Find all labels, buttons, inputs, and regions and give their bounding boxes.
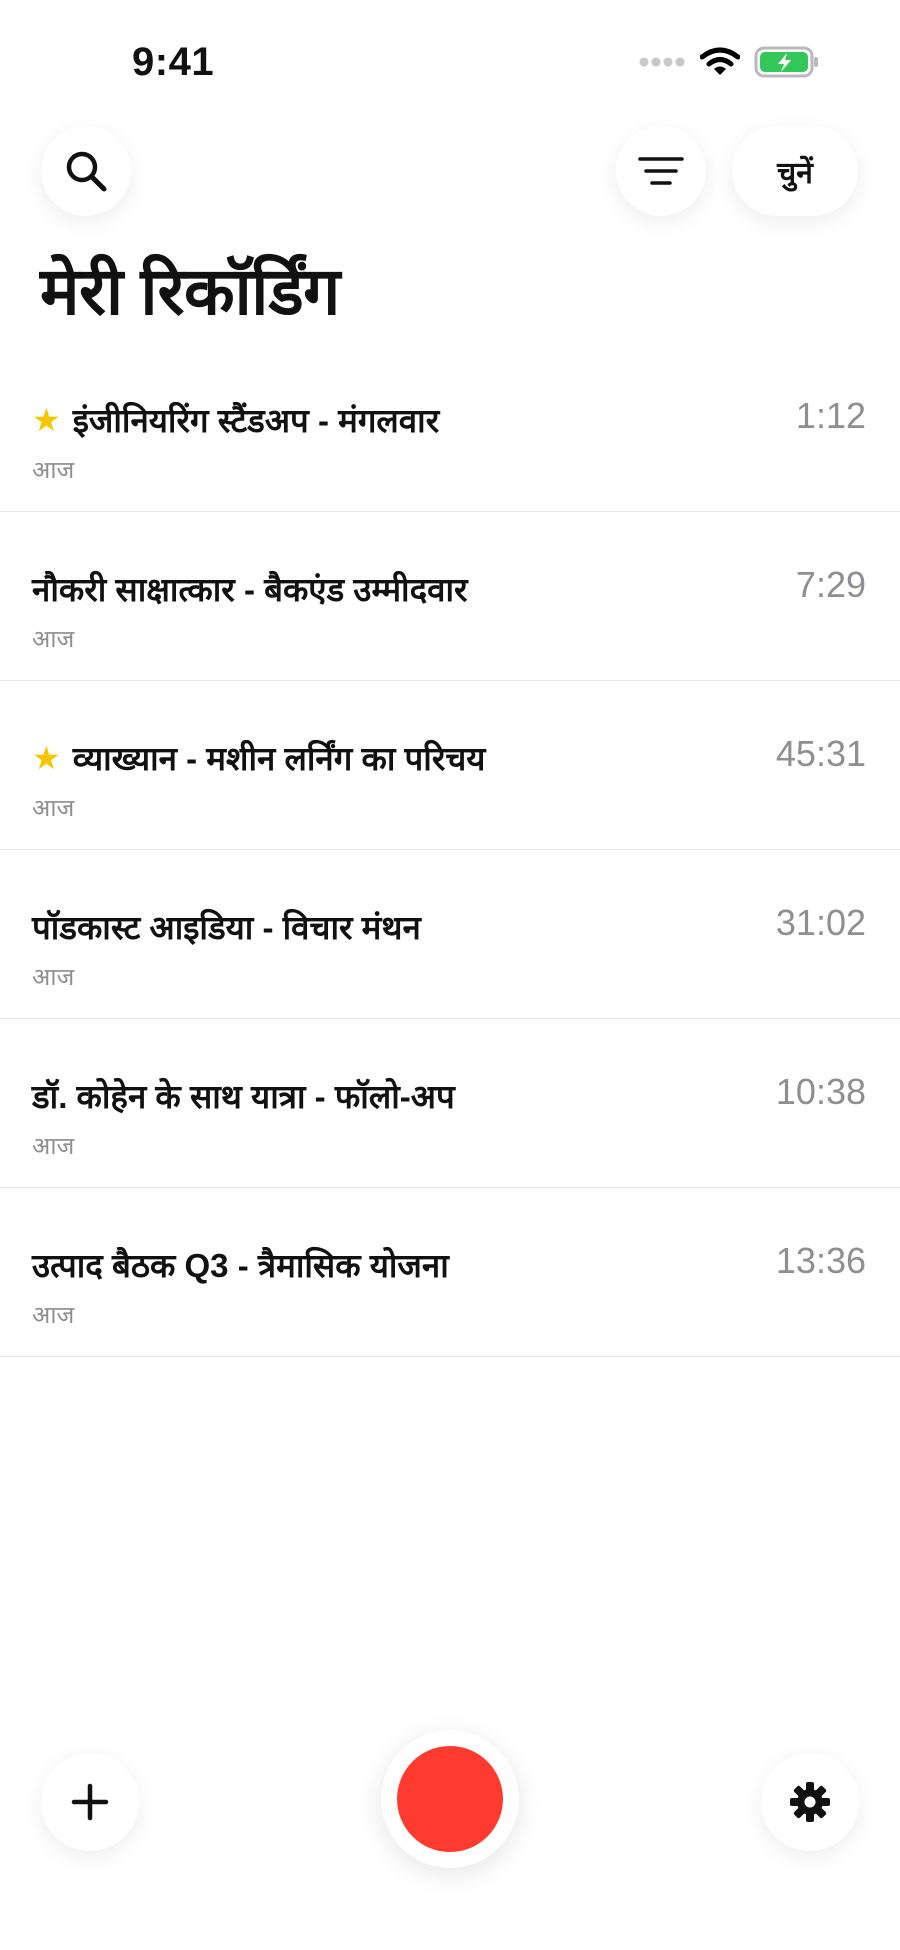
recording-row[interactable]: डॉ. कोहेन के साथ यात्रा - फॉलो-अप आज 10:… — [0, 1019, 900, 1188]
recording-duration: 10:38 — [775, 1071, 866, 1112]
recording-row[interactable]: नौकरी साक्षात्कार - बैकएंड उम्मीदवार आज … — [0, 512, 900, 681]
select-button[interactable]: चुनें — [732, 126, 858, 216]
filter-button[interactable] — [616, 126, 706, 216]
recording-row[interactable]: पॉडकास्ट आइडिया - विचार मंथन आज 31:02 — [0, 850, 900, 1019]
recording-duration: 45:31 — [775, 733, 866, 774]
star-icon: ★ — [32, 401, 61, 438]
status-bar: 9:41 — [0, 0, 900, 130]
battery-charging-icon — [754, 46, 818, 78]
recording-date: आज — [32, 626, 75, 653]
gear-icon — [790, 1782, 830, 1822]
recording-row[interactable]: ★ इंजीनियरिंग स्टैंडअप - मंगलवार आज 1:12 — [0, 343, 900, 512]
recording-title: व्याख्यान - मशीन लर्निंग का परिचय — [72, 740, 486, 777]
plus-icon — [71, 1783, 109, 1821]
recording-duration: 1:12 — [795, 395, 866, 436]
signal-icon — [639, 57, 685, 67]
recording-date: आज — [32, 1133, 75, 1160]
recording-date: आज — [32, 964, 75, 991]
recording-title: डॉ. कोहेन के साथ यात्रा - फॉलो-अप — [32, 1078, 455, 1115]
search-button[interactable] — [41, 126, 131, 216]
recording-title-row: डॉ. कोहेन के साथ यात्रा - फॉलो-अप — [32, 1073, 455, 1118]
recording-date: आज — [32, 795, 75, 822]
recording-duration: 13:36 — [775, 1240, 866, 1281]
recording-date: आज — [32, 457, 75, 484]
recording-row[interactable]: उत्पाद बैठक Q3 - त्रैमासिक योजना आज 13:3… — [0, 1188, 900, 1357]
recording-title: इंजीनियरिंग स्टैंडअप - मंगलवार — [72, 402, 440, 439]
recording-title: उत्पाद बैठक Q3 - त्रैमासिक योजना — [32, 1247, 449, 1284]
recordings-list: ★ इंजीनियरिंग स्टैंडअप - मंगलवार आज 1:12… — [0, 343, 900, 1357]
recording-title-row: ★ व्याख्यान - मशीन लर्निंग का परिचय — [32, 735, 485, 780]
page-title: मेरी रिकॉर्डिंग — [40, 254, 340, 328]
record-button[interactable] — [381, 1730, 519, 1868]
recording-date: आज — [32, 1302, 75, 1329]
status-time: 9:41 — [132, 40, 215, 84]
search-icon — [66, 151, 107, 192]
recording-duration: 31:02 — [775, 902, 866, 943]
recording-title-row: उत्पाद बैठक Q3 - त्रैमासिक योजना — [32, 1242, 449, 1287]
recording-duration: 7:29 — [795, 564, 866, 605]
record-dot — [397, 1746, 503, 1852]
add-button[interactable] — [41, 1753, 139, 1851]
recording-title-row: पॉडकास्ट आइडिया - विचार मंथन — [32, 904, 421, 949]
recording-title-row: ★ इंजीनियरिंग स्टैंडअप - मंगलवार — [32, 397, 439, 442]
filter-icon — [638, 157, 684, 185]
recording-title-row: नौकरी साक्षात्कार - बैकएंड उम्मीदवार — [32, 566, 468, 611]
status-icons — [638, 46, 820, 78]
wifi-icon — [700, 47, 740, 75]
recording-title: पॉडकास्ट आइडिया - विचार मंथन — [32, 909, 421, 946]
recording-row[interactable]: ★ व्याख्यान - मशीन लर्निंग का परिचय आज 4… — [0, 681, 900, 850]
recording-title: नौकरी साक्षात्कार - बैकएंड उम्मीदवार — [32, 571, 468, 608]
star-icon: ★ — [32, 739, 61, 776]
settings-button[interactable] — [761, 1753, 859, 1851]
